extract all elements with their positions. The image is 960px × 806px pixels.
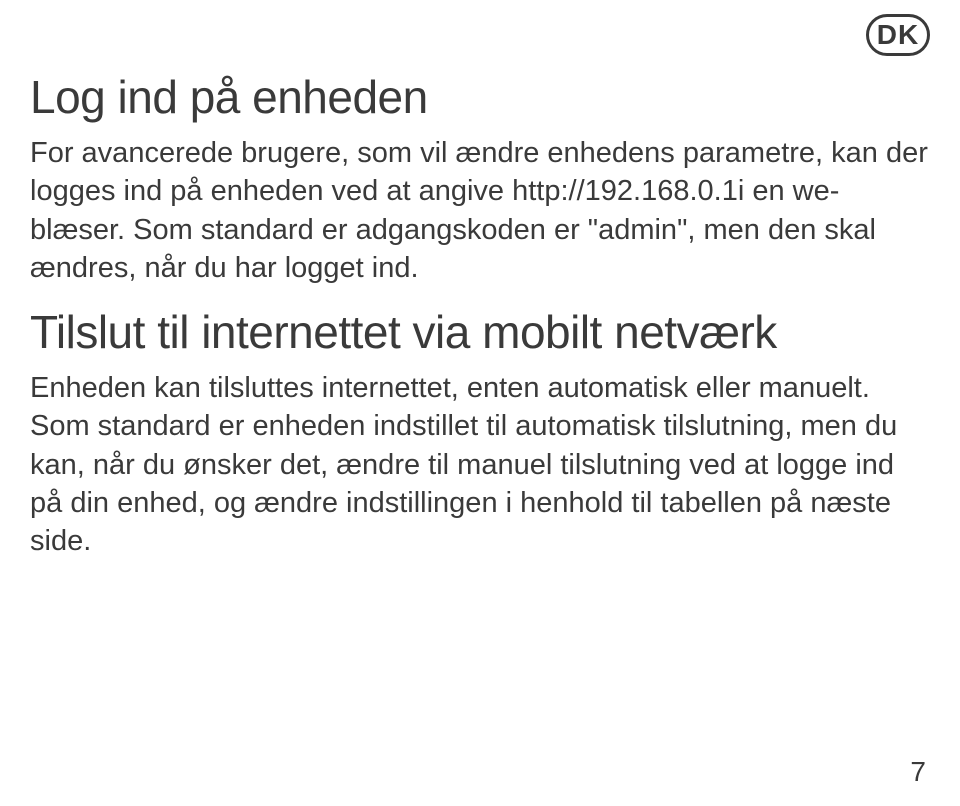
- section2-body: Enheden kan tilsluttes internettet, ente…: [30, 369, 930, 560]
- language-badge-label: DK: [877, 19, 919, 51]
- section1-title: Log ind på enheden: [30, 0, 930, 124]
- section1-body: For avancerede brugere, som vil ændre en…: [30, 134, 930, 287]
- language-badge: DK: [866, 14, 930, 56]
- section2-title: Tilslut til internettet via mobilt netvæ…: [30, 287, 930, 359]
- page-number: 7: [910, 756, 926, 788]
- document-page: DK Log ind på enheden For avancerede bru…: [0, 0, 960, 806]
